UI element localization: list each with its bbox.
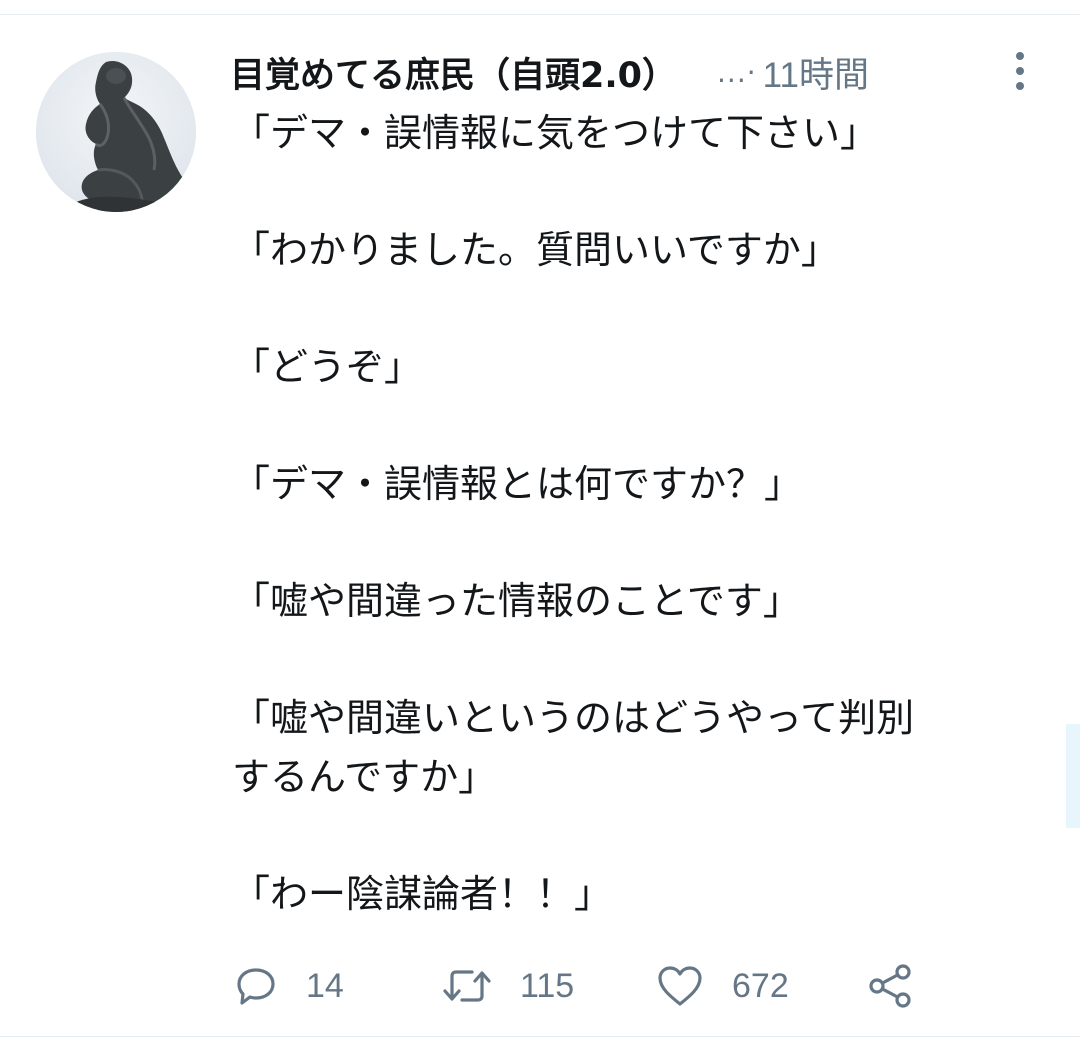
top-divider: [0, 0, 1080, 15]
reply-button[interactable]: 14: [234, 956, 344, 1016]
share-icon: [869, 964, 911, 1008]
reply-icon: [237, 968, 275, 1005]
tweet-text: 「デマ・誤情報に気をつけて下さい」 「わかりました。質問いいですか」 「どうぞ」…: [232, 111, 915, 916]
tweet-actions: 14 115 672: [230, 956, 930, 1016]
like-button[interactable]: 672: [656, 956, 789, 1016]
scrollbar[interactable]: [1066, 724, 1080, 828]
timestamp[interactable]: 11時間: [763, 47, 869, 98]
retweet-icon: [443, 970, 491, 1002]
thinker-statue-icon: [36, 52, 196, 212]
share-button[interactable]: [866, 956, 914, 1016]
more-options-button[interactable]: [1003, 46, 1037, 96]
reply-count: 14: [306, 966, 344, 1005]
like-count: 672: [732, 966, 789, 1005]
retweet-count: 115: [520, 966, 575, 1005]
more-vertical-icon: [1016, 52, 1024, 90]
bottom-divider: [0, 1036, 1080, 1037]
avatar[interactable]: [36, 52, 196, 212]
handle-ellipsis: ...·: [717, 55, 757, 89]
retweet-button[interactable]: 115: [442, 956, 574, 1016]
tweet-header: 目覚めてる庶民（自頭2.0） ...· 11時間: [230, 44, 1050, 100]
heart-icon: [658, 966, 702, 1006]
display-name[interactable]: 目覚めてる庶民（自頭2.0）: [230, 47, 677, 98]
